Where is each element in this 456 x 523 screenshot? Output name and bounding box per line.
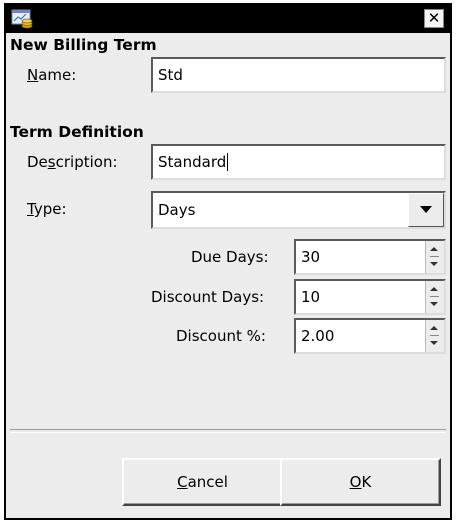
discount-percent-value: 2.00 (301, 327, 335, 345)
spin-down-icon[interactable] (430, 302, 438, 306)
type-dropdown-button[interactable] (408, 193, 444, 227)
type-label: Type: (27, 200, 67, 218)
cancel-button[interactable]: Cancel (122, 458, 283, 506)
spin-down-icon[interactable] (430, 262, 438, 266)
billing-app-icon (11, 9, 33, 29)
billing-term-heading: New Billing Term (10, 36, 157, 54)
name-label: Name: (27, 66, 77, 84)
spin-down-icon[interactable] (430, 341, 438, 345)
discount-days-spin-buttons[interactable] (425, 281, 444, 313)
separator-line (10, 429, 446, 433)
due-days-spinbox[interactable]: 30 (294, 239, 446, 275)
type-select-value: Days (158, 201, 196, 219)
chevron-down-icon (420, 206, 432, 213)
close-icon: ✕ (427, 9, 441, 27)
term-definition-heading: Term Definition (10, 123, 144, 141)
name-field-value: Std (158, 66, 183, 84)
description-label: Description: (27, 153, 118, 171)
due-days-label: Due Days: (191, 248, 269, 266)
spin-separator (430, 296, 439, 297)
ok-button[interactable]: OK (280, 458, 441, 506)
discount-percent-spinbox[interactable]: 2.00 (294, 318, 446, 354)
spin-up-icon[interactable] (430, 287, 438, 291)
discount-days-value: 10 (301, 288, 321, 306)
discount-percent-spin-buttons[interactable] (425, 320, 444, 352)
description-field-value: Standard (158, 153, 227, 171)
spin-separator (430, 335, 439, 336)
text-cursor (227, 153, 229, 171)
due-days-spin-buttons[interactable] (425, 241, 444, 273)
spin-up-icon[interactable] (430, 326, 438, 330)
discount-days-spinbox[interactable]: 10 (294, 279, 446, 315)
type-select[interactable]: Days (151, 191, 446, 229)
spin-separator (430, 256, 439, 257)
spin-up-icon[interactable] (430, 247, 438, 251)
discount-days-label: Discount Days: (151, 288, 265, 306)
discount-percent-label: Discount %: (176, 327, 266, 345)
description-field[interactable]: Standard (151, 144, 446, 180)
due-days-value: 30 (301, 248, 321, 266)
close-button[interactable]: ✕ (424, 9, 444, 28)
name-field[interactable]: Std (151, 57, 446, 93)
billing-term-dialog: ✕ New Billing Term Name: Std Term Defini… (4, 3, 452, 520)
title-bar[interactable]: ✕ (6, 5, 450, 33)
